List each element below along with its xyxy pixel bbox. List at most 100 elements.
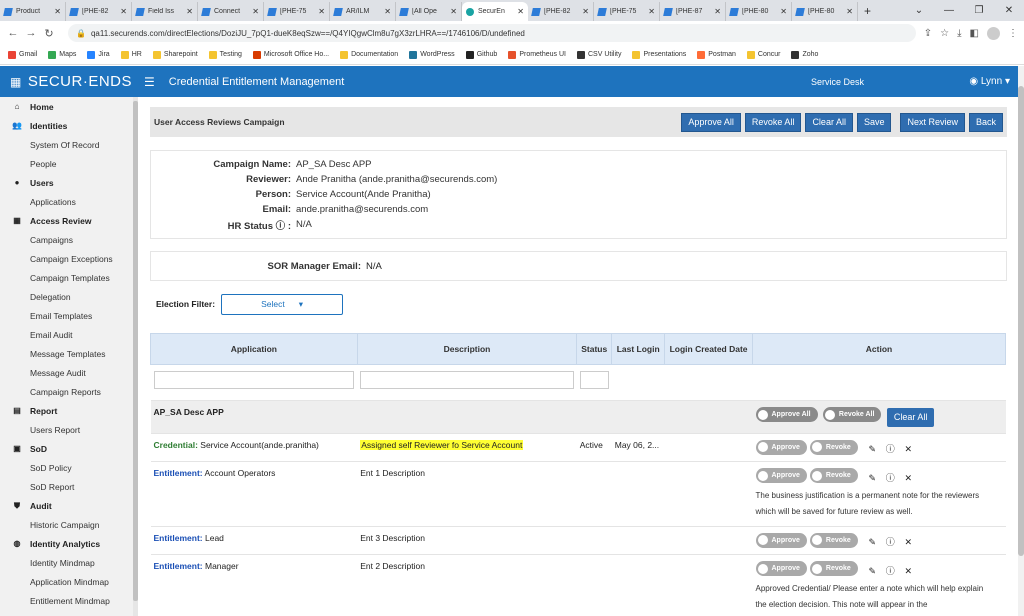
sidebar-item-entitlement-mindmap[interactable]: Entitlement Mindmap [0,591,137,610]
bookmark[interactable]: Zoho [791,50,818,59]
sidebar-item-report[interactable]: ▤ Report [0,401,137,420]
election-filter-select[interactable]: Select ▾ [221,293,344,315]
sidebar-item-email-templates[interactable]: Email Templates [0,306,137,325]
edit-icon[interactable]: ✎ [866,566,879,577]
browser-tab[interactable]: Field Iss ✕ [132,2,198,21]
sidebar-item-identities[interactable]: 👥 Identities [0,116,137,135]
url-input[interactable]: 🔒 qa11.securends.com/directElections/Doz… [68,24,916,42]
tab-close-icon[interactable]: ✕ [120,7,127,16]
close-icon[interactable]: ✕ [902,566,915,577]
sidebar-item-identity-analytics[interactable]: ◍ Identity Analytics [0,534,137,553]
close-icon[interactable]: ✕ [902,444,915,455]
application-filter-input[interactable] [153,371,355,389]
restore-icon[interactable]: ❐ [964,5,994,16]
group-approve-all-toggle[interactable]: Approve All [755,407,818,422]
close-icon[interactable]: ✕ [902,473,915,484]
tab-close-icon[interactable]: ✕ [384,7,391,16]
info-icon[interactable]: ⓘ [276,221,286,232]
bookmark[interactable]: Github [465,50,497,59]
new-tab-button[interactable]: + [858,2,877,21]
reload-icon[interactable]: ↻ [42,27,56,40]
save-button[interactable]: Save [856,112,892,132]
browser-tab[interactable]: AR/ILM ✕ [330,2,396,21]
group-clear-all-button[interactable]: Clear All [886,407,935,427]
revoke-toggle[interactable]: Revoke [809,561,858,577]
sidebar-item-people[interactable]: People [0,154,137,173]
bookmark[interactable]: Sharepoint [152,50,198,59]
sidebar-item-system-of-record[interactable]: System Of Record [0,135,137,154]
bookmark[interactable]: Gmail [8,50,37,59]
sidebar-item-sod[interactable]: ▣ SoD [0,439,137,458]
browser-tab[interactable]: Connect ✕ [198,2,264,21]
approve-toggle[interactable]: Approve [755,468,807,484]
back-arrow-icon[interactable]: ← [6,27,20,39]
page-scrollbar[interactable] [1018,66,1024,616]
status-filter-input[interactable] [579,371,609,389]
sidebar-item-delegation[interactable]: Delegation [0,287,137,306]
revoke-all-button[interactable]: Revoke All [744,112,802,132]
info-icon[interactable]: ⓘ [884,471,897,484]
sidebar-item-campaign-templates[interactable]: Campaign Templates [0,268,137,287]
browser-tab[interactable]: [PHE-82 ✕ [66,2,132,21]
bookmark[interactable]: Prometheus UI [508,50,566,59]
browser-tab[interactable]: [PHE-80 ✕ [726,2,792,21]
info-icon[interactable]: ⓘ [884,564,897,577]
user-menu[interactable]: ◉ Lynn ▾ [969,76,1010,87]
sidebar-item-identity-mindmap[interactable]: Identity Mindmap [0,553,137,572]
logo[interactable]: ▦ SECUR·ENDS [0,73,136,90]
sidebar-item-sod-policy[interactable]: SoD Policy [0,458,137,477]
download-icon[interactable]: ⤓ [957,28,961,39]
hamburger-icon[interactable]: ☰ [144,75,155,89]
edit-icon[interactable]: ✎ [866,537,879,548]
sidebar-item-home[interactable]: ⌂ Home [0,97,137,116]
browser-tab[interactable]: [PHE-87 ✕ [660,2,726,21]
clear-all-button[interactable]: Clear All [805,112,853,132]
revoke-toggle[interactable]: Revoke [809,468,858,484]
service-desk-link[interactable]: Service Desk [811,77,864,87]
bookmark[interactable]: Maps [48,50,76,59]
sidebar-item-users[interactable]: ● Users [0,173,137,192]
approve-toggle[interactable]: Approve [755,561,807,577]
tab-close-icon[interactable]: ✕ [846,7,853,16]
bookmark[interactable]: Postman [697,50,736,59]
share-icon[interactable]: ⇪ [924,28,932,39]
browser-tab[interactable]: [All Ope ✕ [396,2,462,21]
sidebar-item-audit[interactable]: ⛊ Audit [0,496,137,515]
approve-toggle[interactable]: Approve [755,439,807,455]
sidebar-item-campaign-exceptions[interactable]: Campaign Exceptions [0,249,137,268]
tab-close-icon[interactable]: ✕ [450,7,457,16]
sidebar-scrollbar[interactable] [133,97,138,616]
star-icon[interactable]: ☆ [940,28,949,39]
bookmark[interactable]: HR [120,50,142,59]
sidebar-item-access-review[interactable]: ▦ Access Review [0,211,137,230]
group-revoke-all-toggle[interactable]: Revoke All [822,407,882,422]
edit-icon[interactable]: ✎ [866,444,879,455]
sidebar-item-message-audit[interactable]: Message Audit [0,363,137,382]
sidebar-item-email-audit[interactable]: Email Audit [0,325,137,344]
bookmark[interactable]: Jira [87,50,110,59]
bookmark[interactable]: Microsoft Office Ho... [252,50,329,59]
info-icon[interactable]: ⓘ [884,535,897,548]
bookmark[interactable]: Concur [746,50,780,59]
tab-close-icon[interactable]: ✕ [648,7,655,16]
browser-tab[interactable]: [PHE-75 ✕ [264,2,330,21]
profile-avatar[interactable] [987,26,1000,40]
revoke-toggle[interactable]: Revoke [809,439,858,455]
approve-toggle[interactable]: Approve [755,532,807,548]
tab-close-icon[interactable]: ✕ [252,7,259,16]
sidebar-item-campaign-reports[interactable]: Campaign Reports [0,382,137,401]
description-filter-input[interactable] [360,371,574,389]
bookmark[interactable]: WordPress [409,50,455,59]
revoke-toggle[interactable]: Revoke [809,532,858,548]
tab-close-icon[interactable]: ✕ [318,7,325,16]
close-icon[interactable]: ✕ [902,537,915,548]
chevron-down-icon[interactable]: ⌄ [904,5,934,16]
tab-close-icon[interactable]: ✕ [517,7,524,16]
sidebar-item-users-report[interactable]: Users Report [0,420,137,439]
sidebar-item-application-mindmap[interactable]: Application Mindmap [0,572,137,591]
browser-tab[interactable]: [PHE-75 ✕ [594,2,660,21]
browser-tab[interactable]: [PHE-82 ✕ [528,2,594,21]
sidebar-item-sod-report[interactable]: SoD Report [0,477,137,496]
sidebar-item-historic-campaign[interactable]: Historic Campaign [0,515,137,534]
tab-close-icon[interactable]: ✕ [186,7,193,16]
